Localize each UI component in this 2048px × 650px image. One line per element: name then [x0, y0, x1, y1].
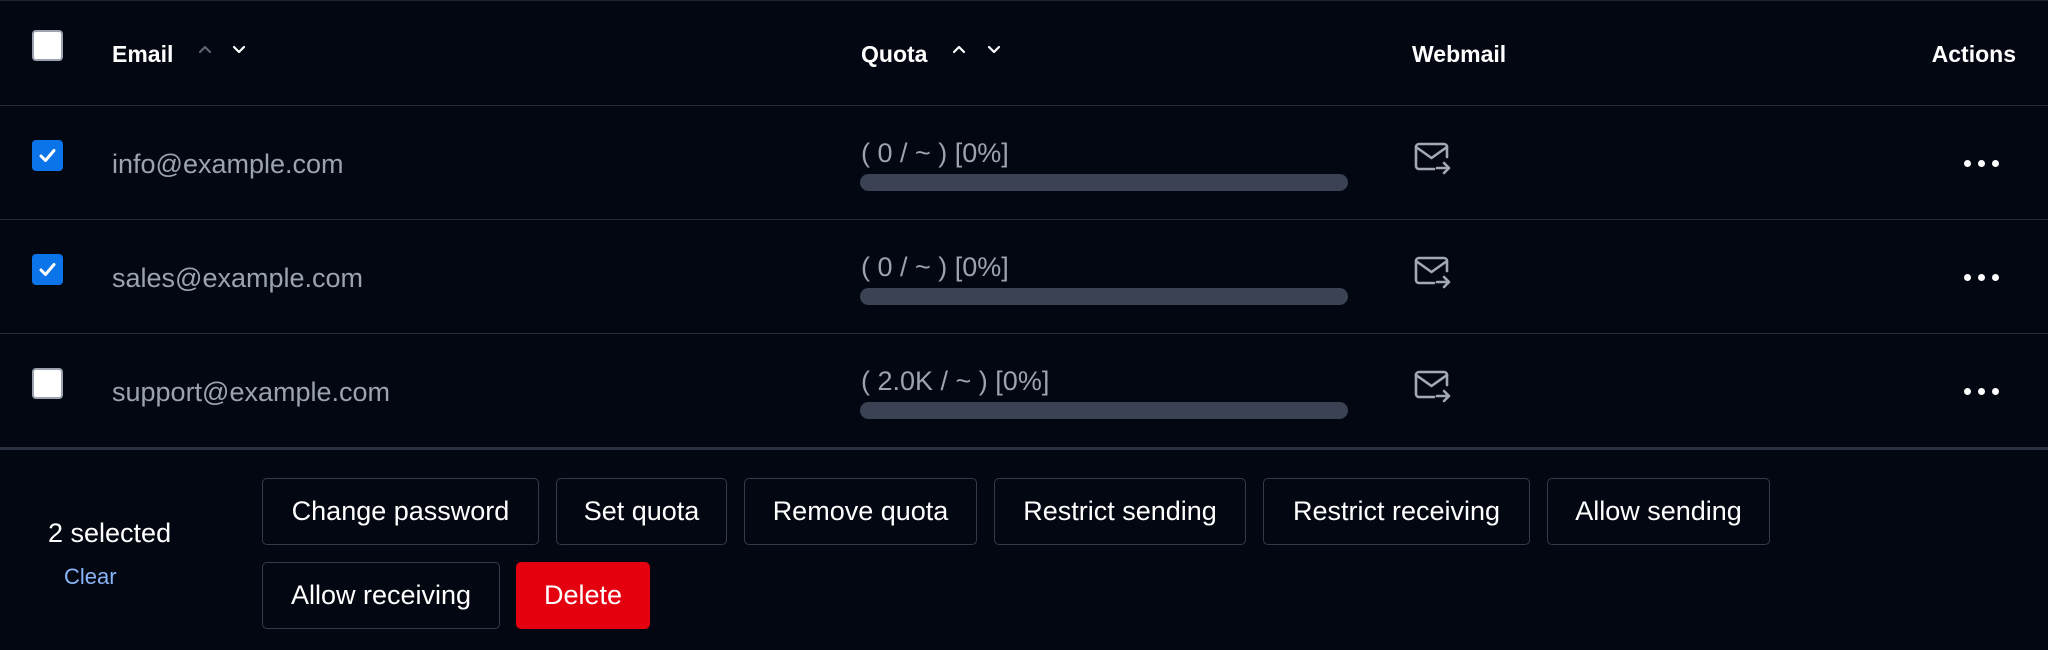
quota-progress-bar [860, 288, 1348, 305]
quota-progress-bar [860, 174, 1348, 191]
set-quota-button[interactable]: Set quota [556, 478, 727, 545]
chevron-down-icon[interactable] [984, 39, 1004, 59]
quota-text: ( 2.0K / ~ ) [0%] [861, 366, 1050, 396]
checkmark-icon [39, 263, 56, 276]
change-password-button[interactable]: Change password [262, 478, 539, 545]
column-header-webmail: Webmail [1412, 41, 1507, 67]
quota-text: ( 0 / ~ ) [0%] [861, 252, 1009, 282]
mail-forward-icon[interactable] [1414, 369, 1452, 403]
chevron-up-icon[interactable] [195, 39, 215, 59]
allow-sending-button[interactable]: Allow sending [1547, 478, 1770, 545]
more-horizontal-icon[interactable] [1962, 157, 2002, 169]
table-row: support@example.com ( 2.0K / ~ ) [0%] [0, 334, 2048, 448]
email-cell: support@example.com [112, 377, 391, 407]
table-header: Email Quota Webmail Actions [0, 0, 2048, 106]
checkmark-icon [39, 149, 56, 162]
chevron-up-icon[interactable] [949, 39, 969, 59]
email-cell: info@example.com [112, 149, 344, 179]
restrict-receiving-button[interactable]: Restrict receiving [1263, 478, 1530, 545]
more-horizontal-icon[interactable] [1962, 385, 2002, 397]
more-horizontal-icon[interactable] [1962, 271, 2002, 283]
table-row: sales@example.com ( 0 / ~ ) [0%] [0, 220, 2048, 334]
clear-selection-link[interactable]: Clear [64, 564, 117, 590]
selected-count: 2 selected [48, 518, 172, 548]
table-row: info@example.com ( 0 / ~ ) [0%] [0, 106, 2048, 220]
email-cell: sales@example.com [112, 263, 364, 293]
column-header-email[interactable]: Email [112, 41, 173, 68]
column-header-actions: Actions [1931, 41, 2016, 67]
row-checkbox[interactable] [32, 254, 63, 285]
select-all-checkbox[interactable] [32, 30, 63, 61]
column-header-quota[interactable]: Quota [861, 41, 927, 68]
bulk-action-bar: 2 selected Clear Change password Set quo… [0, 447, 2048, 650]
mail-forward-icon[interactable] [1414, 141, 1452, 175]
row-checkbox[interactable] [32, 368, 63, 399]
remove-quota-button[interactable]: Remove quota [744, 478, 977, 545]
row-checkbox[interactable] [32, 140, 63, 171]
mail-forward-icon[interactable] [1414, 255, 1452, 289]
quota-progress-bar [860, 402, 1348, 419]
chevron-down-icon[interactable] [229, 39, 249, 59]
allow-receiving-button[interactable]: Allow receiving [262, 562, 500, 629]
delete-button[interactable]: Delete [516, 562, 650, 629]
restrict-sending-button[interactable]: Restrict sending [994, 478, 1246, 545]
quota-text: ( 0 / ~ ) [0%] [861, 138, 1009, 168]
